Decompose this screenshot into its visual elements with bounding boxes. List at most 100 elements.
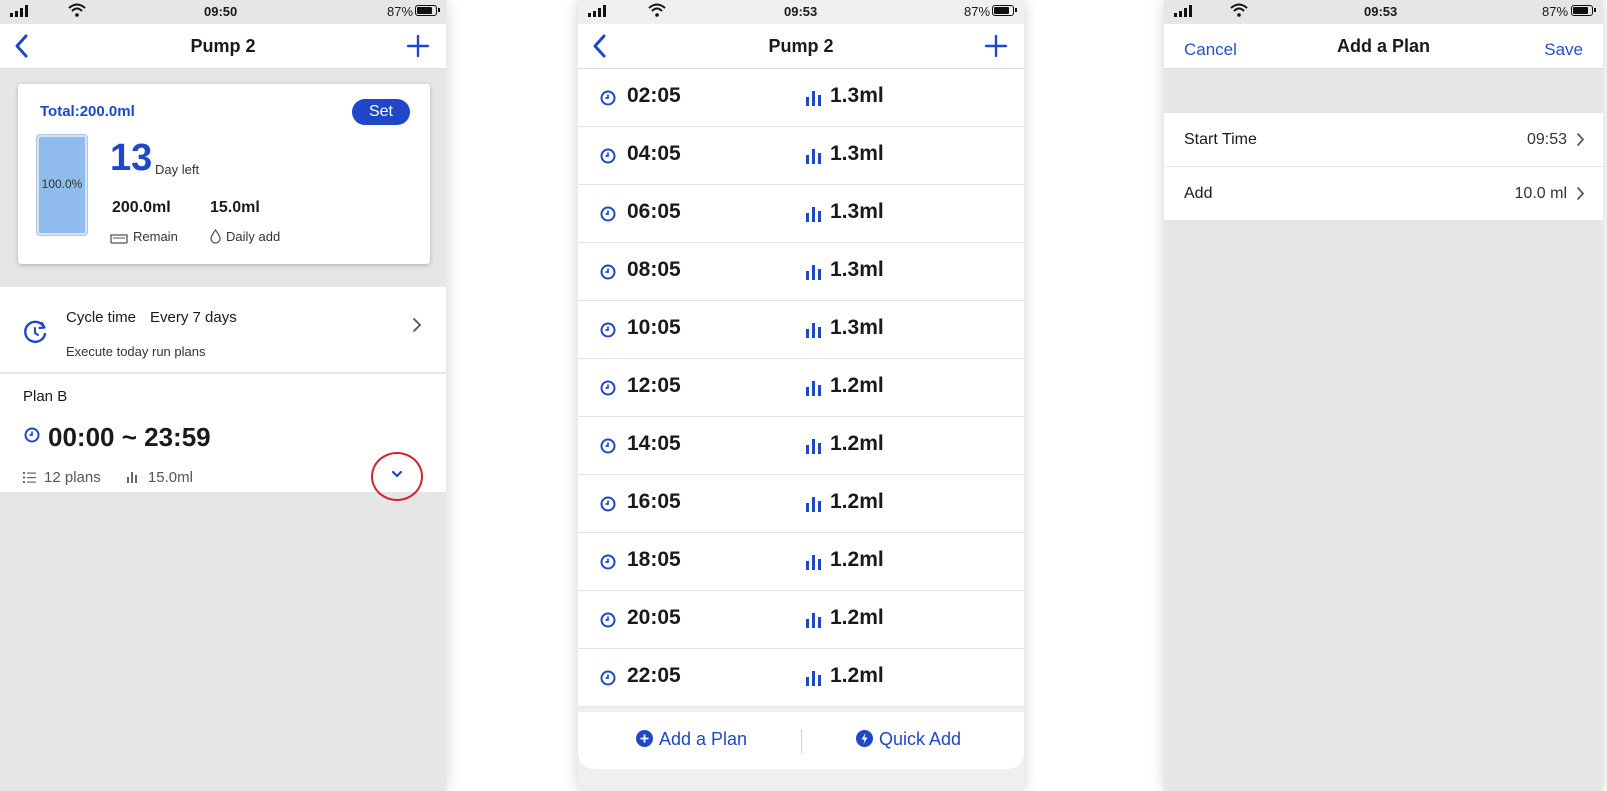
signal-icon [10, 5, 28, 17]
bar-chart-icon [806, 149, 821, 164]
status-bar: 09:53 87% [1164, 0, 1603, 24]
schedule-time: 20:05 [627, 606, 681, 629]
plan-meta-row: 12 plans 15.0ml [23, 469, 193, 486]
add-volume-field[interactable]: Add 10.0 ml [1164, 167, 1603, 220]
tank-percent: 100.0% [41, 177, 83, 191]
start-time-field[interactable]: Start Time 09:53 [1164, 113, 1603, 167]
daily-add-value: 15.0ml [210, 199, 260, 216]
wifi-icon [1230, 3, 1248, 17]
container-icon [110, 234, 128, 244]
schedule-row[interactable]: 02:05 1.3ml [578, 69, 1024, 127]
schedule-row[interactable]: 06:05 1.3ml [578, 185, 1024, 243]
nav-bar: Pump 2 [578, 24, 1024, 69]
lightning-icon [856, 730, 873, 747]
days-left-label: Day left [155, 162, 200, 177]
clock-icon [600, 90, 616, 106]
schedule-amount: 1.3ml [830, 84, 884, 107]
total-volume: Total:200.0ml [40, 103, 135, 120]
screen-add-plan: 09:53 87% Cancel Add a Plan Save Start T… [1164, 0, 1603, 791]
chevron-right-icon [413, 318, 422, 332]
cycle-subtitle: Execute today run plans [66, 344, 206, 359]
bar-chart-icon [806, 613, 821, 628]
bar-chart-icon [806, 555, 821, 570]
section-spacer [1164, 69, 1603, 113]
remain-value: 200.0ml [112, 199, 171, 216]
signal-icon [588, 5, 606, 17]
schedule-row[interactable]: 08:05 1.3ml [578, 243, 1024, 301]
plan-time-range: 00:00 ~ 23:59 [48, 422, 211, 452]
battery-icon [992, 5, 1017, 16]
plus-icon[interactable] [406, 34, 430, 58]
clock-icon [600, 496, 616, 512]
add-plan-button[interactable]: Add a Plan [636, 729, 747, 750]
daily-add-label: Daily add [226, 229, 281, 244]
wifi-icon [648, 3, 666, 17]
cycle-time-row[interactable]: Cycle time Every 7 days Execute today run… [0, 287, 446, 372]
add-volume-label: Add [1184, 185, 1213, 202]
bar-chart-icon [806, 91, 821, 106]
clock-icon [600, 206, 616, 222]
schedule-amount: 1.3ml [830, 316, 884, 339]
schedule-amount: 1.2ml [830, 664, 884, 687]
plus-circle-icon [636, 730, 653, 747]
highlight-circle-expand [371, 452, 423, 501]
plans-count: 12 plans [44, 469, 101, 486]
save-button[interactable]: Save [1544, 40, 1583, 60]
schedule-row[interactable]: 12:05 1.2ml [578, 359, 1024, 417]
clock-icon [600, 264, 616, 280]
clock-icon [600, 670, 616, 686]
bar-chart-icon [806, 497, 821, 512]
schedule-amount: 1.3ml [830, 200, 884, 223]
page-title: Pump 2 [190, 36, 256, 56]
schedule-row[interactable]: 20:05 1.2ml [578, 591, 1024, 649]
clock-icon [600, 554, 616, 570]
schedule-row[interactable]: 22:05 1.2ml [578, 649, 1024, 707]
status-time: 09:53 [1364, 4, 1398, 19]
schedule-list: 02:05 1.3ml 04:05 1.3ml 06:05 1.3ml 08:05 1.3ml… [578, 69, 1024, 707]
set-button[interactable]: Set [352, 99, 410, 125]
remain-label-row: Remain [110, 229, 178, 244]
days-left-value: 13 [110, 137, 153, 179]
schedule-row[interactable]: 04:05 1.3ml [578, 127, 1024, 185]
clock-icon [600, 438, 616, 454]
bar-chart-icon [806, 207, 821, 222]
clock-icon [600, 148, 616, 164]
clock-icon [600, 612, 616, 628]
quick-add-button[interactable]: Quick Add [856, 729, 961, 750]
quick-add-label: Quick Add [879, 729, 962, 749]
bar-chart-icon [806, 381, 821, 396]
cycle-time-line: Cycle time Every 7 days [66, 309, 237, 326]
schedule-time: 22:05 [627, 664, 681, 687]
schedule-row[interactable]: 16:05 1.2ml [578, 475, 1024, 533]
page-title: Add a Plan [1336, 36, 1430, 56]
plan-name: Plan B [23, 388, 68, 405]
battery-icon [415, 5, 440, 16]
battery-percent: 87% [964, 4, 991, 19]
plan-volume: 15.0ml [147, 469, 193, 486]
signal-icon [1174, 5, 1192, 17]
bar-chart-icon [806, 265, 821, 280]
schedule-amount: 1.3ml [830, 258, 884, 281]
schedule-row[interactable]: 18:05 1.2ml [578, 533, 1024, 591]
schedule-time: 16:05 [627, 490, 681, 513]
add-volume-value: 10.0 ml [1514, 185, 1567, 202]
schedule-time: 12:05 [627, 374, 681, 397]
schedule-row[interactable]: 14:05 1.2ml [578, 417, 1024, 475]
status-time: 09:53 [784, 4, 818, 19]
bar-chart-icon [806, 439, 821, 454]
schedule-time: 10:05 [627, 316, 681, 339]
list-icon [23, 472, 36, 483]
status-time: 09:50 [204, 4, 238, 19]
plus-icon[interactable] [984, 34, 1008, 58]
schedule-row[interactable]: 10:05 1.3ml [578, 301, 1024, 359]
tank-level: 100.0% [36, 134, 88, 236]
schedule-time: 02:05 [627, 84, 681, 107]
battery-percent: 87% [387, 4, 414, 19]
schedule-amount: 1.2ml [830, 374, 884, 397]
battery-percent: 87% [1542, 4, 1569, 19]
clock-icon [24, 427, 40, 443]
chevron-right-icon [1577, 187, 1585, 200]
nav-bar: Cancel Add a Plan Save [1164, 24, 1603, 69]
schedule-time: 18:05 [627, 548, 681, 571]
add-plan-label: Add a Plan [659, 729, 748, 749]
